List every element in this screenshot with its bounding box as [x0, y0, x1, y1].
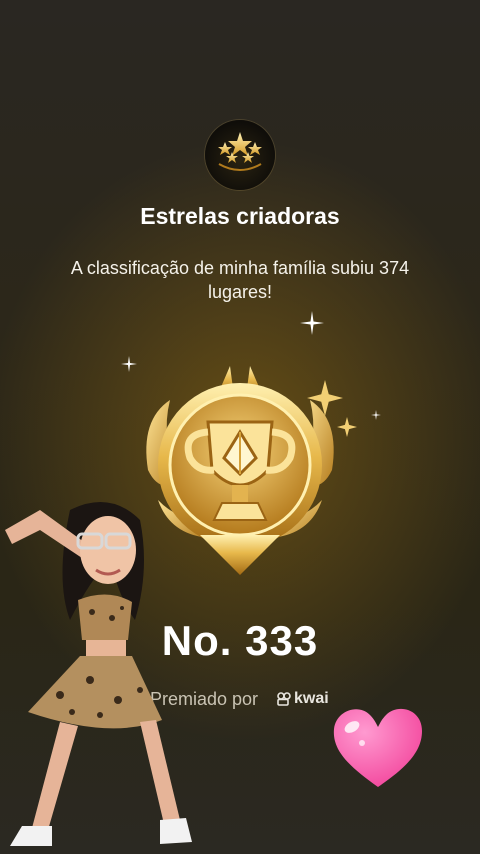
dancing-avatar: [5, 502, 192, 846]
kwai-logo: kwai: [277, 690, 329, 708]
sparkle-icon: [300, 311, 324, 335]
heart-icon: [333, 708, 422, 787]
sparkle-icon: [371, 410, 381, 420]
page-title: Estrelas criadoras: [140, 203, 340, 229]
stars-badge-icon: [205, 120, 275, 190]
kwai-camera-icon: [277, 692, 291, 706]
rank-up-message: A classificação de minha família subiu 3…: [70, 258, 410, 302]
brand-name: kwai: [294, 690, 329, 707]
